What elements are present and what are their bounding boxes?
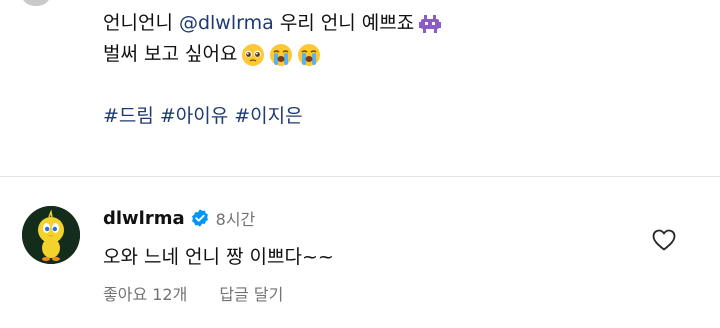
hashtag-link[interactable]: #드림 xyxy=(103,101,154,132)
heart-icon[interactable] xyxy=(652,229,676,251)
caption-line-2: 벌써 보고 싶어요 xyxy=(103,39,703,70)
caption-text-rest: 우리 언니 예쁘죠 xyxy=(279,12,415,34)
loudly-crying-face-emoji xyxy=(298,43,321,66)
loudly-crying-face-emoji xyxy=(270,43,293,66)
hashtag-row: #드림 #아이유 #이지은 xyxy=(103,101,703,132)
comment-timestamp: 8시간 xyxy=(215,210,256,229)
post-caption: 언니언니 @dlwlrma 우리 언니 예쁘죠 벌써 보고 싶어요 #드림 #아… xyxy=(103,8,703,132)
pleading-face-emoji xyxy=(242,43,265,66)
comment-header: dlwlrma 8시간 xyxy=(103,205,255,231)
caption-text-2: 벌써 보고 싶어요 xyxy=(103,43,238,65)
verified-badge-icon xyxy=(191,209,208,227)
caption-text: 언니언니 xyxy=(103,12,173,34)
comment-actions: 좋아요 12개 답글 달기 xyxy=(103,281,283,305)
hashtag-link[interactable]: #이지은 xyxy=(234,101,302,132)
previous-avatar-edge xyxy=(22,0,50,6)
comment-username[interactable]: dlwlrma xyxy=(103,208,185,229)
comment-body: 오와 느네 언니 짱 이쁘다~~ xyxy=(103,246,334,268)
purple-invader-emoji xyxy=(419,14,442,33)
hashtag-link[interactable]: #아이유 xyxy=(160,101,228,132)
mention-link[interactable]: @dlwlrma xyxy=(179,8,274,39)
tweety-avatar[interactable] xyxy=(22,206,80,264)
section-divider xyxy=(0,176,720,177)
reply-button[interactable]: 답글 달기 xyxy=(219,281,283,305)
likes-count[interactable]: 좋아요 12개 xyxy=(103,281,187,305)
caption-line-1: 언니언니 @dlwlrma 우리 언니 예쁘죠 xyxy=(103,8,703,39)
